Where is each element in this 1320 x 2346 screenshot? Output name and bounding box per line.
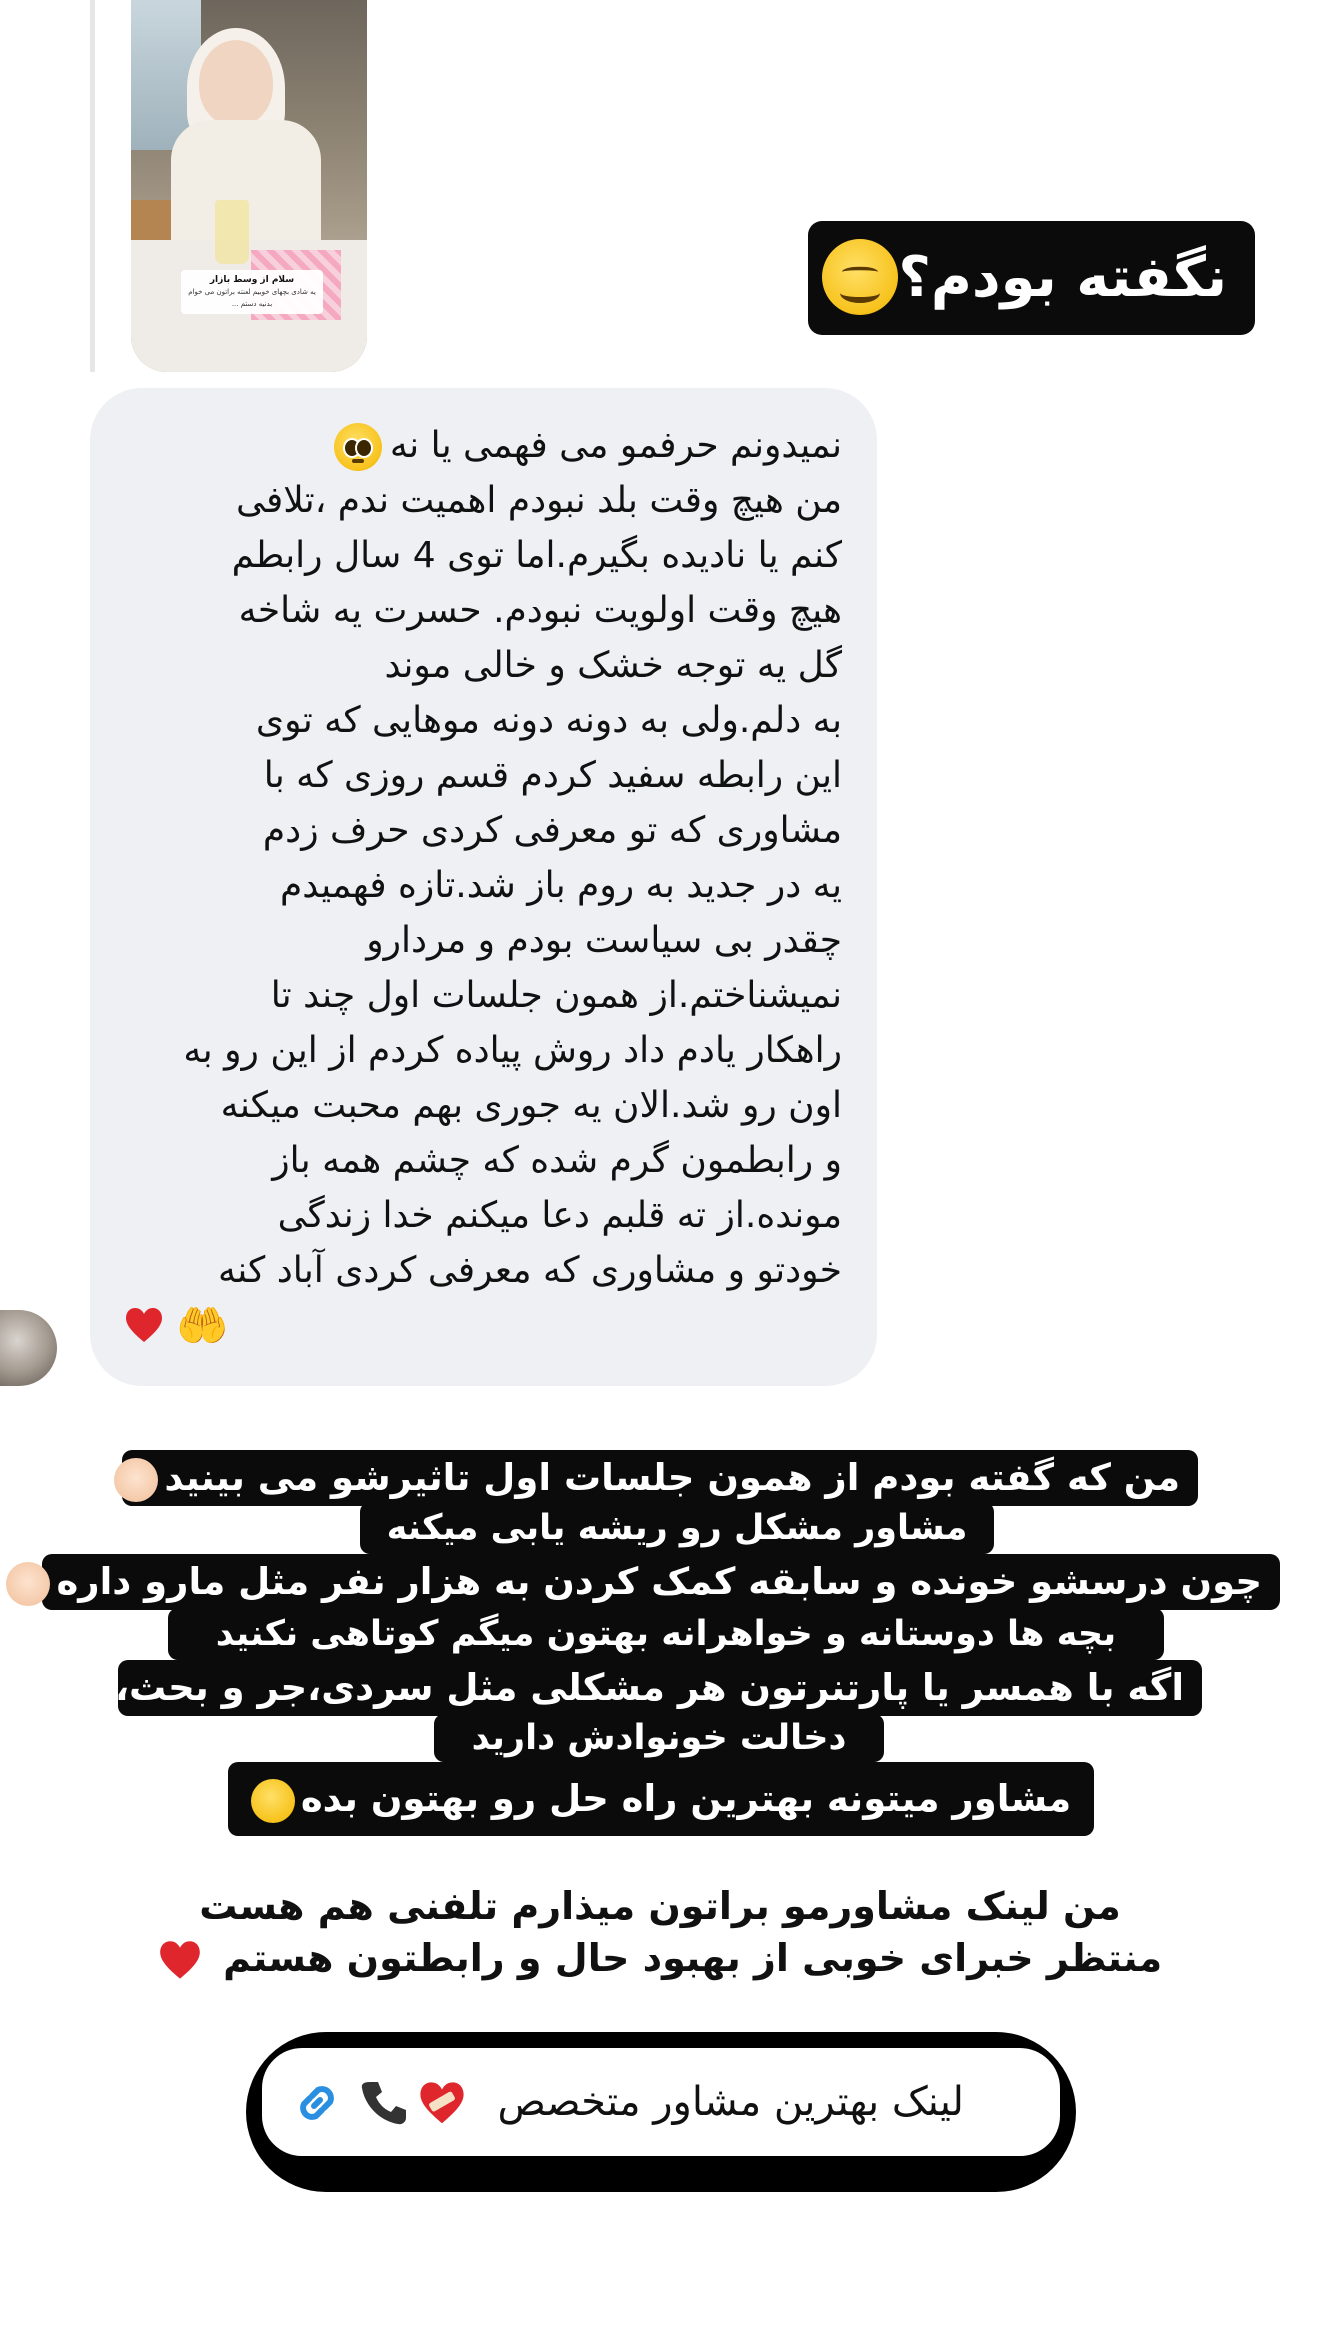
message-line: مونده.از ته قلبم دعا میکنم خدا زندگی: [277, 1195, 842, 1236]
story-face: [199, 40, 273, 126]
promo-line: اگه با همسر یا پارتنرتون هر مشکلی مثل سر…: [115, 1660, 1202, 1716]
sender-avatar[interactable]: [0, 1310, 57, 1386]
promo-line-text: چون درسشو خونده و سابقه کمک کردن به هزار…: [56, 1560, 1262, 1603]
message-line: این رابطه سفید کردم قسم روزی که با: [263, 755, 842, 796]
message-line: یه در جدید به روم باز شد.تازه فهمیدم: [279, 865, 842, 906]
phone-icon: [361, 2082, 406, 2125]
promo-line: چون درسشو خونده و سابقه کمک کردن به هزار…: [6, 1554, 1280, 1610]
raised-hands-icon: 🤲: [176, 1301, 229, 1350]
promo-line: مشاور مشکل رو ریشه یابی میکنه: [360, 1502, 994, 1554]
story-caption-body: یه شادی بچهای خوبیم لعنته براتون می خوام…: [188, 288, 316, 308]
message-line: اون رو شد.الان یه جوری بهم محبت میکنه: [220, 1085, 842, 1126]
story-juice-glass: [215, 200, 249, 264]
red-heart-icon: [160, 1940, 200, 1979]
woman-shrugging-icon: [114, 1457, 159, 1502]
mending-heart-icon: [420, 2082, 464, 2124]
reply-thread-line: [90, 0, 95, 372]
promo-line-text: من که گفته بودم از همون جلسات اول تاثیرش…: [164, 1456, 1180, 1499]
caption-label-text: نگفته بودم؟: [898, 245, 1227, 310]
message-bubble[interactable]: نمیدونم حرفمو می فهمی یا نه من هیچ وقت ب…: [90, 388, 877, 1386]
message-line: نمیشناختم.از همون جلسات اول چند تا: [270, 975, 842, 1016]
message-line: نمیدونم حرفمو می فهمی یا نه: [122, 418, 842, 473]
link-icons: [290, 2076, 510, 2132]
promo-line: دخالت خونوادش دارید: [434, 1714, 884, 1762]
link-sticker[interactable]: لینک بهترین مشاور متخصص: [246, 2032, 1076, 2192]
promo-line: مشاور میتونه بهترین راه حل رو بهتون بده: [228, 1762, 1094, 1836]
pleading-face-icon: [333, 423, 382, 471]
message-line: چقدر بی سیاست بودم و مردارو: [366, 920, 842, 961]
message-line: هیچ وقت اولویت نبودم. حسرت یه شاخه: [238, 590, 842, 631]
promo-line: بچه ها دوستانه و خواهرانه بهتون میگم کوت…: [168, 1608, 1164, 1660]
caption-label-didnt-i-tell-you: نگفته بودم؟: [808, 221, 1255, 335]
promo-line-text: مشاور میتونه بهترین راه حل رو بهتون بده: [300, 1777, 1072, 1820]
story-caption-title: سلام از وسط بازار: [209, 275, 295, 285]
message-text: نمیدونم حرفمو می فهمی یا نه من هیچ وقت ب…: [122, 418, 842, 1298]
footer-line: من لینک مشاورمو براتون میذارم تلفنی هم ه…: [199, 1884, 1121, 1928]
message-line: کنم یا نادیده بگیرم.اما توی 4 سال رابطم: [231, 535, 842, 576]
message-line: به دلم.ولی به دونه دونه موهایی که توی: [255, 700, 842, 741]
footer-line-text: منتظر خبرای خوبی از بهبود حال و رابطتون …: [223, 1936, 1163, 1980]
thumbs-up-icon: [6, 1561, 51, 1606]
red-heart-icon: [126, 1308, 162, 1342]
footer-line: منتظر خبرای خوبی از بهبود حال و رابطتون …: [0, 1932, 1320, 1984]
message-line: مشاوری که تو معرفی کردی حرف زدم: [262, 810, 842, 851]
link-icon: [300, 2086, 334, 2120]
message-line: گل یه توجه خشک و خالی موند: [384, 645, 842, 686]
shared-story-thumbnail[interactable]: سلام از وسط بازار یه شادی بچهای خوبیم لع…: [131, 0, 367, 372]
message-line: و رابطمون گرم شده که چشم همه باز: [272, 1140, 842, 1181]
relieved-face-icon: [250, 1778, 295, 1823]
message-line: خودتو و مشاوری که معرفی کردی آباد کنه: [217, 1250, 842, 1291]
smiling-face-icon: [822, 238, 899, 315]
promo-line: من که گفته بودم از همون جلسات اول تاثیرش…: [114, 1450, 1198, 1506]
link-sticker-label[interactable]: لینک بهترین مشاور متخصص: [262, 2048, 1060, 2156]
link-label-text: لینک بهترین مشاور متخصص: [497, 2079, 964, 2125]
message-end-emojis: 🤲: [124, 1300, 264, 1352]
message-line-text: نمیدونم حرفمو می فهمی یا نه: [389, 425, 842, 466]
message-line: من هیچ وقت بلد نبودم اهمیت ندم ،تلافی: [235, 480, 842, 521]
message-line: راهکار یادم داد روش پیاده کردم از این رو…: [183, 1030, 842, 1071]
story-caption: سلام از وسط بازار یه شادی بچهای خوبیم لع…: [181, 270, 323, 314]
